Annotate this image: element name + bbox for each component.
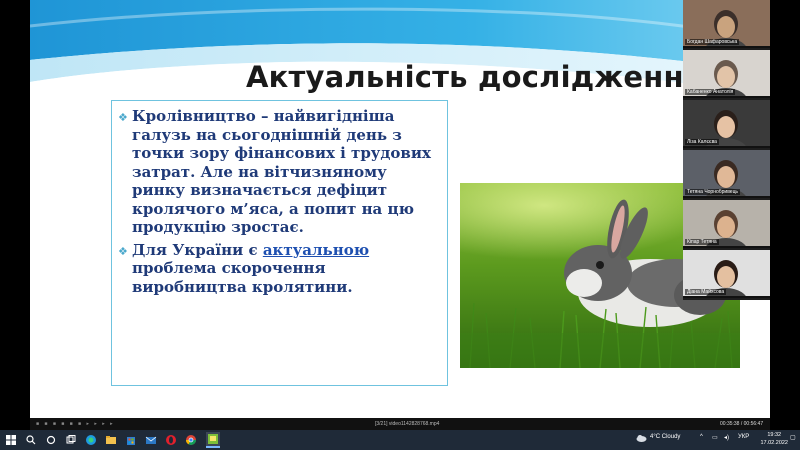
participant-tile[interactable]: Кіпар Тетяна	[683, 200, 770, 248]
participant-video-strip: Богдан Шафаровська Кабаненко Анатолія Ліза…	[683, 0, 770, 300]
mail-icon[interactable]	[144, 433, 158, 447]
slide-bullet: ❖ Кролівництво – найвигідніша галузь на с…	[118, 107, 439, 237]
media-file-title: [3/21] video1142828768.mp4	[375, 421, 440, 427]
bullet-diamond-icon: ❖	[118, 244, 128, 258]
clock-date: 17.02.2022	[760, 439, 788, 446]
bullet-hyperlink[interactable]: актуальною	[263, 241, 369, 259]
bullet-text: Для України є актуальною проблема скороч…	[132, 241, 439, 297]
participant-tile[interactable]: Кабаненко Анатолія	[683, 50, 770, 98]
weather-icon[interactable]	[636, 434, 647, 444]
slide-title: Актуальність дослідження	[246, 60, 703, 94]
participant-name: Ліза Калєєва	[685, 139, 719, 145]
bullet-text-segment: проблема скорочення виробництва кролятин…	[132, 259, 353, 296]
clock-time: 19:32	[767, 432, 782, 438]
windows-start-icon[interactable]	[4, 433, 18, 447]
taskbar-clock[interactable]: 19:32 17.02.2022	[760, 432, 788, 447]
bullet-text: Кролівництво – найвигідніша галузь на сь…	[132, 107, 439, 237]
participant-name: Богдан Шафаровська	[685, 39, 740, 45]
weather-readout[interactable]: 4°C Cloudy	[650, 434, 680, 440]
network-icon[interactable]: ▭	[712, 434, 718, 441]
volume-icon[interactable]: ◂)	[724, 434, 729, 441]
opera-browser-icon[interactable]	[164, 433, 178, 447]
media-controls[interactable]: ■ ■ ■ ■ ■ ■ ▸ ▸ ▸ ▸	[36, 421, 115, 427]
participant-name: Кіпар Тетяна	[685, 239, 719, 245]
file-explorer-icon[interactable]	[104, 433, 118, 447]
bullet-diamond-icon: ❖	[118, 111, 128, 124]
bullet-text-segment: Кролівництво – найвигідніша галузь на сь…	[132, 107, 431, 236]
screen: Актуальність дослідження ❖ Кролівництво –…	[0, 0, 800, 450]
chrome-browser-icon[interactable]	[184, 433, 198, 447]
notifications-icon[interactable]: ▢	[790, 434, 796, 441]
participant-tile[interactable]: Тетяна Чорнобривець	[683, 150, 770, 198]
edge-browser-icon[interactable]	[84, 433, 98, 447]
participant-name: Тетяна Чорнобривець	[685, 189, 741, 195]
presentation-slide: Актуальність дослідження ❖ Кролівництво –…	[30, 0, 770, 418]
windows-taskbar: 4°C Cloudy ^ ▭ ◂) УКР 19:32 17.02.2022 ▢	[0, 430, 800, 450]
bullet-text-segment: Для України є	[132, 240, 263, 259]
slide-text-box[interactable]: ❖ Кролівництво – найвигідніша галузь на с…	[111, 100, 448, 386]
keyboard-language[interactable]: УКР	[738, 434, 749, 440]
media-player-bar[interactable]: ■ ■ ■ ■ ■ ■ ▸ ▸ ▸ ▸ [3/21] video11428287…	[30, 418, 770, 430]
store-icon[interactable]	[124, 433, 138, 447]
participant-tile[interactable]: Діана Майхсова	[683, 250, 770, 298]
search-icon[interactable]	[24, 433, 38, 447]
presentation-app-icon[interactable]	[206, 432, 220, 448]
task-view-icon[interactable]	[64, 433, 78, 447]
media-time-readout: 00:35:38 / 00:56:47	[720, 421, 764, 427]
slide-bullet: ❖ Для України є актуальною проблема скоро…	[118, 241, 439, 297]
tray-chevron-icon[interactable]: ^	[700, 434, 703, 440]
participant-tile[interactable]: Богдан Шафаровська	[683, 0, 770, 48]
participant-name: Кабаненко Анатолія	[685, 89, 736, 95]
participant-name: Діана Майхсова	[685, 289, 727, 295]
cortana-icon[interactable]	[44, 433, 58, 447]
participant-tile[interactable]: Ліза Калєєва	[683, 100, 770, 148]
